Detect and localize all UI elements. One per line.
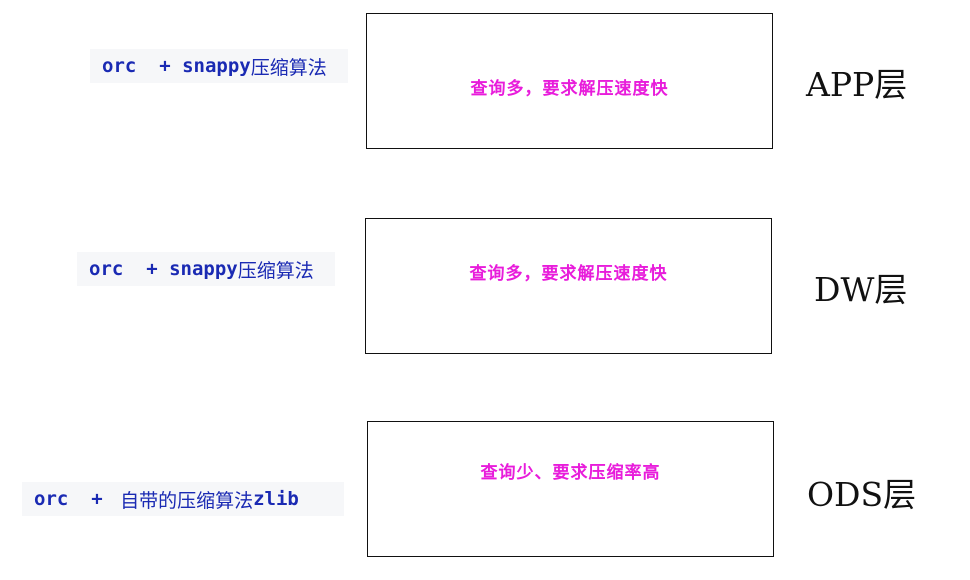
ods-plus-text: + <box>68 488 115 510</box>
app-plus-text: + <box>136 55 183 77</box>
app-codec-suffix-text: 压缩算法 <box>250 56 327 79</box>
dw-layer-box: 查询多，要求解压速度快 <box>365 218 772 354</box>
dw-plus-text: + <box>123 258 170 280</box>
ods-layer-storage-config: orc + 自带的压缩算法 zlib <box>22 482 344 516</box>
dw-codec-suffix-text: 压缩算法 <box>237 259 314 282</box>
ods-layer-box: 查询少、要求压缩率高 <box>367 421 774 557</box>
dw-layer-storage-config: orc + snappy 压缩算法 <box>77 252 335 286</box>
app-codec-text: snappy <box>182 55 251 77</box>
app-format-text: orc <box>102 55 137 77</box>
ods-codec-prefix-text: 自带的压缩算法 <box>120 489 254 512</box>
dw-format-text: orc <box>89 258 124 280</box>
app-layer-box: 查询多，要求解压速度快 <box>366 13 773 149</box>
ods-format-text: orc <box>34 488 69 510</box>
dw-layer-description: 查询多，要求解压速度快 <box>469 264 668 284</box>
dw-layer-label: DW层 <box>814 270 908 309</box>
ods-codec-text: zlib <box>253 488 299 510</box>
app-layer-label: APP层 <box>806 65 908 104</box>
ods-layer-description: 查询少、要求压缩率高 <box>480 463 661 483</box>
ods-layer-label: ODS层 <box>807 475 917 514</box>
app-layer-storage-config: orc + snappy 压缩算法 <box>90 49 348 83</box>
app-layer-description: 查询多，要求解压速度快 <box>470 79 669 99</box>
dw-codec-text: snappy <box>169 258 238 280</box>
